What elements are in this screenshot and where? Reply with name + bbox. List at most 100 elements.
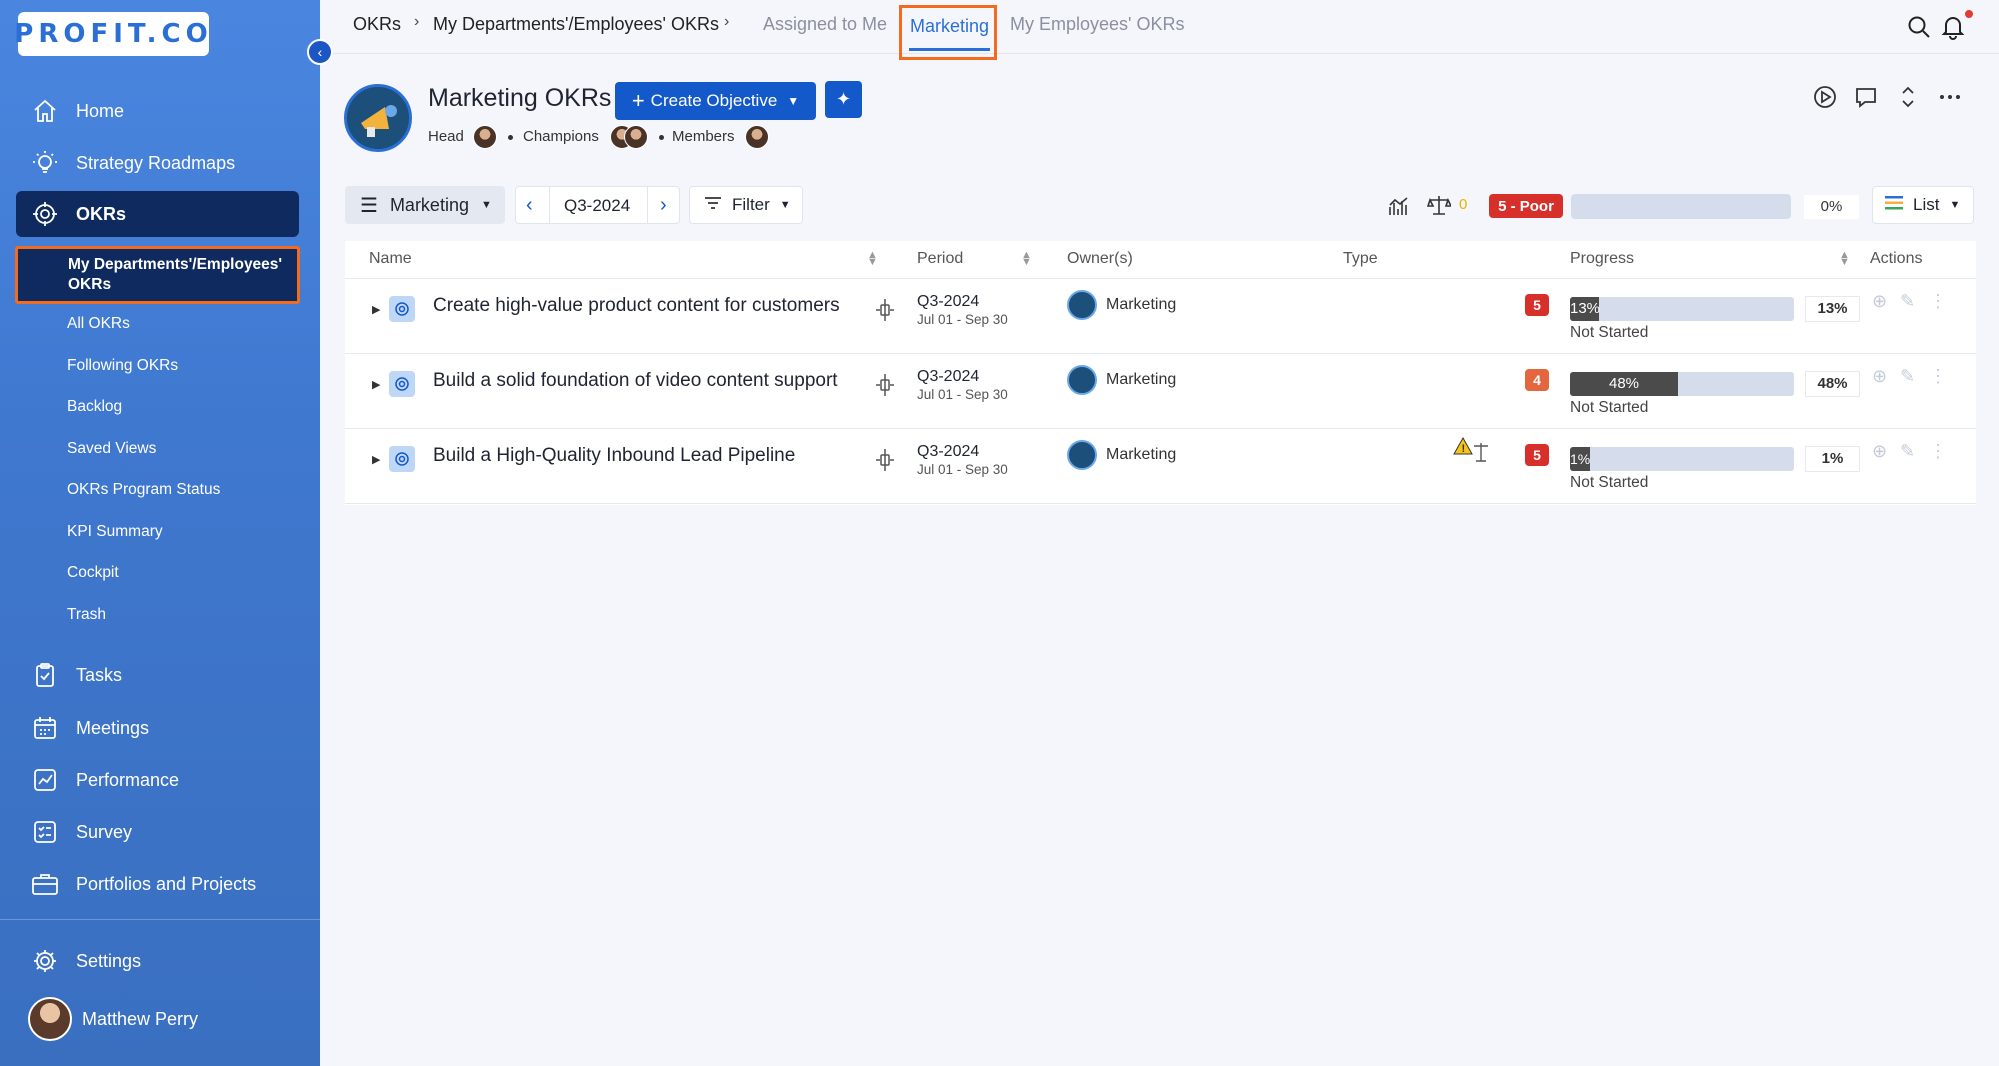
bell-icon[interactable] [1940, 14, 1966, 40]
sidebar-subitem-trash[interactable]: Trash [67, 606, 106, 624]
more-options-icon[interactable]: ⋮ [1929, 291, 1947, 312]
column-header-period[interactable]: Period [917, 250, 963, 268]
chevron-down-icon: ▼ [1949, 199, 1961, 211]
period-label[interactable]: Q3-2024 [564, 196, 630, 216]
table-row[interactable]: ▶ Build a High-Quality Inbound Lead Pipe… [345, 428, 1976, 503]
balance-scale-icon[interactable] [1426, 194, 1453, 221]
table-row[interactable]: ▶ Create high-value product content for … [345, 278, 1976, 353]
sidebar-item-strategy-roadmaps[interactable]: Strategy Roadmaps [16, 140, 299, 186]
progress-fill: 48% [1570, 372, 1678, 396]
sort-icon[interactable]: ▲ ▼ [1021, 250, 1032, 268]
team-selector[interactable]: ☰ Marketing ▼ [345, 186, 505, 224]
sidebar-item-label: OKRs [76, 203, 127, 224]
members-label: Members [672, 128, 735, 145]
sidebar-subitem-saved-views[interactable]: Saved Views [67, 440, 156, 458]
comment-icon[interactable] [1853, 84, 1879, 110]
edit-icon[interactable]: ✎ [1900, 441, 1915, 462]
column-header-type[interactable]: Type [1343, 250, 1378, 268]
expand-row-icon[interactable]: ▶ [372, 378, 380, 391]
checkin-icon[interactable] [874, 447, 896, 478]
play-icon[interactable] [1812, 84, 1838, 110]
sidebar-item-settings[interactable]: Settings [16, 938, 299, 984]
column-header-progress[interactable]: Progress [1570, 250, 1634, 268]
sidebar-subitem-backlog[interactable]: Backlog [67, 398, 122, 416]
sidebar-item-meetings[interactable]: Meetings [16, 705, 299, 751]
next-period-button[interactable]: › [660, 194, 667, 217]
sidebar-subitem-following-okrs[interactable]: Following OKRs [67, 357, 178, 375]
owner-name[interactable]: Marketing [1106, 446, 1176, 464]
champion-avatar[interactable] [624, 125, 648, 149]
progress-fill: 13% [1570, 297, 1600, 321]
plus-icon: + [631, 88, 645, 113]
sidebar-subitem-my-departments-okrs[interactable]: My Departments'/Employees' OKRs [15, 246, 300, 304]
objective-name[interactable]: Build a solid foundation of video conten… [433, 370, 838, 392]
add-key-result-icon[interactable]: ⊕ [1872, 291, 1887, 312]
objective-name[interactable]: Build a High-Quality Inbound Lead Pipeli… [433, 445, 795, 467]
sidebar-item-home[interactable]: Home [16, 88, 299, 134]
more-options-icon[interactable]: ⋮ [1929, 441, 1947, 462]
collapse-sidebar-button[interactable]: ‹ [307, 39, 333, 65]
warning-balance-icon[interactable]: ! [1453, 435, 1493, 470]
calendar-icon [30, 713, 60, 743]
column-header-actions: Actions [1870, 250, 1923, 267]
ai-sparkle-button[interactable]: ✦ [825, 81, 862, 118]
breadcrumb-my-departments[interactable]: My Departments'/Employees' OKRs [433, 14, 719, 35]
column-header-name[interactable]: Name [369, 250, 412, 268]
period-dates: Jul 01 - Sep 30 [917, 387, 1008, 402]
column-header-owners[interactable]: Owner(s) [1067, 250, 1133, 268]
sidebar-subitem-cockpit[interactable]: Cockpit [67, 564, 119, 582]
sidebar-item-portfolios[interactable]: Portfolios and Projects [16, 861, 299, 907]
sidebar-item-performance[interactable]: Performance [16, 757, 299, 803]
view-selector[interactable]: List ▼ [1872, 186, 1974, 224]
more-options-icon[interactable]: ⋮ [1929, 366, 1947, 387]
sidebar-item-survey[interactable]: Survey [16, 809, 299, 855]
checkin-icon[interactable] [874, 297, 896, 328]
expand-row-icon[interactable]: ▶ [372, 303, 380, 316]
chevron-down-icon: ▼ [787, 94, 800, 108]
member-avatar[interactable] [745, 125, 769, 149]
expand-collapse-icon[interactable] [1895, 84, 1921, 110]
expand-row-icon[interactable]: ▶ [372, 453, 380, 466]
table-row[interactable]: ▶ Build a solid foundation of video cont… [345, 353, 1976, 428]
checkin-icon[interactable] [874, 372, 896, 403]
progress-percent[interactable]: 13% [1805, 296, 1860, 322]
more-options-icon[interactable] [1937, 84, 1963, 110]
sort-icon[interactable]: ▲ ▼ [867, 250, 878, 268]
prev-period-button[interactable]: ‹ [526, 194, 533, 217]
progress-fill: 1% [1570, 447, 1590, 471]
avatar [28, 997, 72, 1041]
owner-name[interactable]: Marketing [1106, 296, 1176, 314]
sidebar-subitem-kpi-summary[interactable]: KPI Summary [67, 523, 163, 541]
sidebar-item-tasks[interactable]: Tasks [16, 652, 299, 698]
tab-marketing[interactable]: Marketing [899, 5, 997, 60]
filter-button[interactable]: Filter ▼ [689, 186, 803, 224]
progress-percent[interactable]: 48% [1805, 371, 1860, 397]
objective-name[interactable]: Create high-value product content for cu… [433, 295, 840, 317]
app-logo[interactable]: PROFIT.CO [14, 12, 209, 56]
view-selector-label: List [1913, 195, 1940, 214]
owner-name[interactable]: Marketing [1106, 371, 1176, 389]
sidebar-subitem-okrs-program-status[interactable]: OKRs Program Status [67, 481, 220, 499]
tab-my-employees-okrs[interactable]: My Employees' OKRs [1010, 14, 1184, 35]
user-profile[interactable]: Matthew Perry [28, 997, 198, 1041]
sort-icon[interactable]: ▲ ▼ [1839, 250, 1850, 268]
sidebar-subitem-all-okrs[interactable]: All OKRs [67, 315, 130, 333]
add-key-result-icon[interactable]: ⊕ [1872, 441, 1887, 462]
progress-percent[interactable]: 1% [1805, 446, 1860, 472]
create-objective-button[interactable]: + Create Objective ▼ [615, 82, 816, 120]
head-avatar[interactable] [473, 125, 497, 149]
champions-label: Champions [523, 128, 599, 145]
search-icon[interactable] [1906, 14, 1932, 40]
objective-icon [389, 296, 415, 322]
sidebar-item-okrs[interactable]: OKRs [16, 191, 299, 237]
tab-assigned-to-me[interactable]: Assigned to Me [763, 14, 887, 35]
active-tab-underline [909, 48, 990, 51]
progress-status: Not Started [1570, 399, 1649, 416]
edit-icon[interactable]: ✎ [1900, 291, 1915, 312]
edit-icon[interactable]: ✎ [1900, 366, 1915, 387]
breadcrumb-okrs[interactable]: OKRs [353, 14, 401, 35]
score-badge: 5 [1525, 294, 1549, 316]
analytics-icon[interactable] [1388, 195, 1410, 222]
score-badge: 4 [1525, 369, 1549, 391]
add-key-result-icon[interactable]: ⊕ [1872, 366, 1887, 387]
